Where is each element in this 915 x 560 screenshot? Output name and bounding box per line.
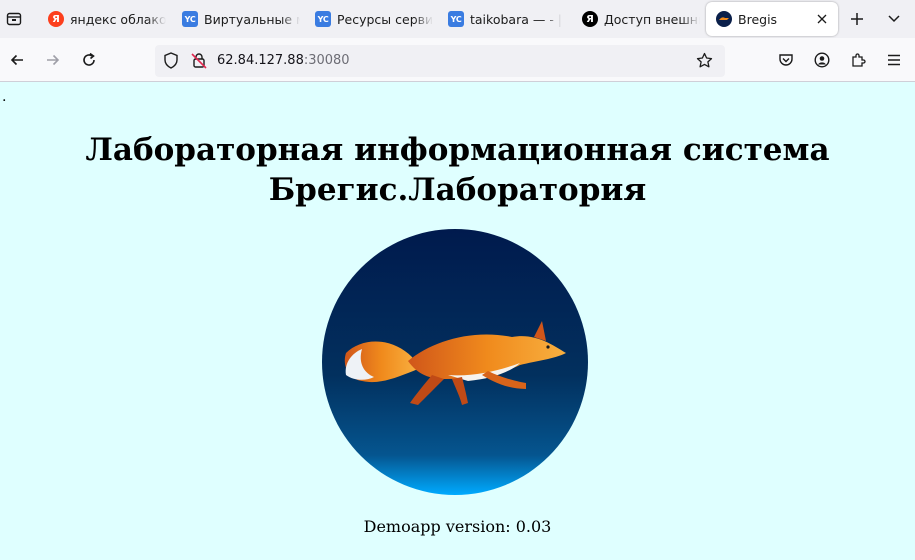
tab-label: яндекс облако [70,11,166,27]
url-text[interactable]: 62.84.127.88:30080 [217,53,350,68]
account-icon [814,52,830,68]
reload-icon [83,52,95,66]
extensions-button[interactable] [844,46,872,74]
tab-service-resources[interactable]: YC Ресурсы сервиса [305,2,433,36]
close-tab-button[interactable] [814,11,830,27]
tracking-protection-shield-icon[interactable] [163,52,179,73]
page-title-line-2: Брегис.Лаборатория [268,172,647,208]
tab-label: taikobara — - | [470,11,563,27]
tab-label: Доступ внешних [604,11,700,27]
puzzle-icon [852,53,866,67]
account-button[interactable] [808,46,836,74]
bookmark-star-button[interactable] [696,52,713,73]
tab-virtual-machines[interactable]: YC Виртуальные машины [172,2,300,36]
navigation-toolbar: 62.84.127.88:30080 [0,38,915,82]
page-title: Лабораторная информационная система Брег… [0,130,915,210]
arrow-left-icon [10,54,23,66]
pocket-button[interactable] [772,46,800,74]
tab-label: Ресурсы сервиса [337,11,433,27]
close-icon [817,14,827,24]
bregis-fox-logo [322,229,588,495]
tab-strip: Я яндекс облако YC Виртуальные машины YC… [0,0,915,38]
app-menu-button[interactable] [880,46,908,74]
firefox-view-button[interactable] [0,0,28,38]
chevron-down-icon [888,15,900,23]
forward-button[interactable] [39,46,67,74]
yandex-browser-icon: Я [582,11,598,27]
pocket-icon [779,54,793,66]
tab-yandex-cloud-search[interactable]: Я яндекс облако [38,2,166,36]
back-button[interactable] [3,46,31,74]
tab-label: Виртуальные машины [204,11,300,27]
tab-taikobara[interactable]: YC taikobara — - | [438,2,566,36]
insecure-lock-icon[interactable] [191,52,207,73]
bregis-fox-icon [716,11,732,27]
tab-bregis[interactable]: Bregis [706,2,838,36]
yandex-cloud-icon: YC [315,11,331,27]
reload-button[interactable] [75,46,103,74]
arrow-right-icon [47,54,60,66]
star-icon [696,52,713,68]
url-host: 62.84.127.88 [217,53,304,68]
url-port: :30080 [303,53,350,68]
plus-icon [851,13,863,25]
yandex-icon: Я [48,11,64,27]
yandex-cloud-icon: YC [182,11,198,27]
stray-text: . [2,89,7,105]
hamburger-menu-icon [888,54,900,66]
tab-external-access[interactable]: Я Доступ внешних [572,2,700,36]
address-bar[interactable]: 62.84.127.88:30080 [155,45,725,77]
firefox-view-icon [6,12,22,26]
tab-label: Bregis [738,11,778,27]
list-all-tabs-button[interactable] [880,5,908,33]
app-version-label: Demoapp version: 0.03 [363,517,552,536]
page-title-line-1: Лабораторная информационная система [85,132,830,168]
yandex-cloud-icon: YC [448,11,464,27]
new-tab-button[interactable] [843,5,871,33]
page-content: . Лабораторная информационная система Бр… [0,82,915,560]
